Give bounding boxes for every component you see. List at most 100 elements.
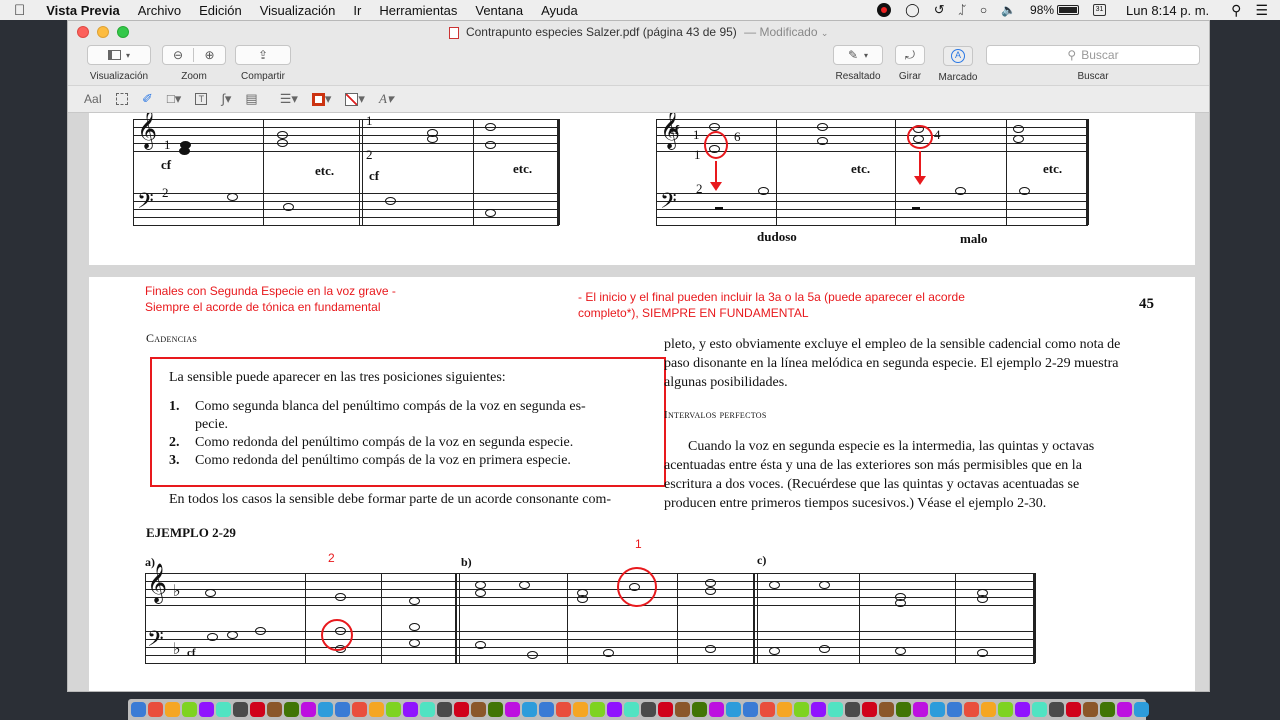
- dock-app-icon[interactable]: [1100, 702, 1115, 717]
- annotation-text-right[interactable]: - El inicio y el final pueden incluir la…: [578, 289, 965, 321]
- chevron-down-icon[interactable]: ⌄: [821, 28, 829, 38]
- rotate-button[interactable]: ⤾: [895, 45, 925, 65]
- dock-app-icon[interactable]: [1117, 702, 1132, 717]
- dock-app-icon[interactable]: [760, 702, 775, 717]
- dock-app-icon[interactable]: [301, 702, 316, 717]
- border-color-icon[interactable]: ▾: [311, 89, 331, 109]
- dock-app-icon[interactable]: [1066, 702, 1081, 717]
- dock-app-icon[interactable]: [981, 702, 996, 717]
- dock-app-icon[interactable]: [777, 702, 792, 717]
- dock-app-icon[interactable]: [505, 702, 520, 717]
- battery-icon[interactable]: [1057, 5, 1080, 15]
- fill-color-icon[interactable]: ▾: [345, 89, 365, 109]
- dock-app-icon[interactable]: [590, 702, 605, 717]
- dock-app-icon[interactable]: [913, 702, 928, 717]
- dock-app-icon[interactable]: [233, 702, 248, 717]
- dock-app-icon[interactable]: [199, 702, 214, 717]
- dock-app-icon[interactable]: [539, 702, 554, 717]
- annotation-circle[interactable]: [617, 567, 657, 607]
- dock-app-icon[interactable]: [182, 702, 197, 717]
- dock-app-icon[interactable]: [726, 702, 741, 717]
- dock-app-icon[interactable]: [369, 702, 384, 717]
- annotation-circle[interactable]: [704, 131, 728, 159]
- notification-center-icon[interactable]: ☰: [1255, 2, 1268, 19]
- annotation-arrow[interactable]: [914, 151, 926, 185]
- menu-archivo[interactable]: Archivo: [129, 3, 190, 18]
- text-style-icon[interactable]: A▾: [379, 89, 393, 109]
- dock-app-icon[interactable]: [879, 702, 894, 717]
- dock-app-icon[interactable]: [947, 702, 962, 717]
- dock-app-icon[interactable]: [403, 702, 418, 717]
- bluetooth-icon[interactable]: ᛢ: [959, 3, 966, 17]
- dock-app-icon[interactable]: [131, 702, 146, 717]
- dock-app-icon[interactable]: [1015, 702, 1030, 717]
- dock-app-icon[interactable]: [641, 702, 656, 717]
- user-icon[interactable]: ◯: [905, 2, 920, 18]
- markup-button[interactable]: A: [943, 46, 973, 66]
- spotlight-icon[interactable]: ⚲: [1231, 2, 1241, 19]
- wifi-icon[interactable]: ○: [980, 3, 987, 17]
- annotation-circle[interactable]: [321, 619, 353, 651]
- apple-menu-icon[interactable]: : [0, 2, 37, 19]
- dock-app-icon[interactable]: [658, 702, 673, 717]
- annotation-text-left[interactable]: Finales con Segunda Especie en la voz gr…: [145, 283, 396, 315]
- close-button[interactable]: [77, 26, 89, 38]
- menu-herramientas[interactable]: Herramientas: [370, 3, 466, 18]
- sketch-icon[interactable]: ✐: [142, 89, 153, 109]
- dock-app-icon[interactable]: [318, 702, 333, 717]
- dock-app-icon[interactable]: [335, 702, 350, 717]
- search-input[interactable]: ⚲ Buscar: [986, 45, 1200, 65]
- share-button[interactable]: ⇪: [235, 45, 291, 65]
- dock-app-icon[interactable]: [165, 702, 180, 717]
- sidebar-view-button[interactable]: ▾: [87, 45, 151, 65]
- dock-app-icon[interactable]: [454, 702, 469, 717]
- dock-app-icon[interactable]: [896, 702, 911, 717]
- dock-app-icon[interactable]: [352, 702, 367, 717]
- dock-app-icon[interactable]: [250, 702, 265, 717]
- annotation-arrow[interactable]: [710, 161, 722, 191]
- dock-app-icon[interactable]: [998, 702, 1013, 717]
- menubar-clock[interactable]: Lun 8:14 p. m.: [1126, 3, 1209, 18]
- menu-ir[interactable]: Ir: [344, 3, 370, 18]
- zoom-in-icon[interactable]: ⊕: [194, 48, 225, 62]
- dock-app-icon[interactable]: [930, 702, 945, 717]
- annotation-number-1[interactable]: 1: [635, 537, 642, 551]
- annotation-number-2[interactable]: 2: [328, 551, 335, 565]
- line-style-icon[interactable]: ☰▾: [280, 89, 298, 109]
- dock-app-icon[interactable]: [267, 702, 282, 717]
- annotation-circle[interactable]: [907, 125, 933, 149]
- dock-app-icon[interactable]: [862, 702, 877, 717]
- text-box-icon[interactable]: T: [195, 89, 208, 109]
- dock-app-icon[interactable]: [964, 702, 979, 717]
- note-icon[interactable]: ▤: [245, 89, 257, 109]
- zoom-out-icon[interactable]: ⊖: [163, 48, 195, 62]
- menu-ventana[interactable]: Ventana: [466, 3, 532, 18]
- menu-app-name[interactable]: Vista Previa: [37, 3, 128, 18]
- menu-visualizacion[interactable]: Visualización: [251, 3, 345, 18]
- dock-app-icon[interactable]: [1134, 702, 1149, 717]
- dock-app-icon[interactable]: [1083, 702, 1098, 717]
- dock-app-icon[interactable]: [607, 702, 622, 717]
- rect-selection-icon[interactable]: [116, 89, 129, 109]
- dock-app-icon[interactable]: [148, 702, 163, 717]
- document-area[interactable]: 𝄞 𝄢 1 cf 2 2 cf 1 etc. etc. 𝄞 𝄢 1 1 2 6 …: [68, 113, 1209, 691]
- dock-app-icon[interactable]: [488, 702, 503, 717]
- dock-app-icon[interactable]: [471, 702, 486, 717]
- zoom-button[interactable]: [117, 26, 129, 38]
- dock-app-icon[interactable]: [556, 702, 571, 717]
- dock-app-icon[interactable]: [522, 702, 537, 717]
- dock-app-icon[interactable]: [573, 702, 588, 717]
- dock-app-icon[interactable]: [386, 702, 401, 717]
- dock-app-icon[interactable]: [1032, 702, 1047, 717]
- dock-app-icon[interactable]: [1049, 702, 1064, 717]
- dock-app-icon[interactable]: [743, 702, 758, 717]
- highlight-button[interactable]: ✎ ▾: [833, 45, 883, 65]
- dock-app-icon[interactable]: [675, 702, 690, 717]
- dock-app-icon[interactable]: [624, 702, 639, 717]
- annotation-rectangle[interactable]: [150, 357, 666, 487]
- recorder-icon[interactable]: [877, 3, 892, 17]
- dock-app-icon[interactable]: [437, 702, 452, 717]
- time-machine-icon[interactable]: ↺: [934, 2, 945, 18]
- dock-app-icon[interactable]: [709, 702, 724, 717]
- dock-app-icon[interactable]: [845, 702, 860, 717]
